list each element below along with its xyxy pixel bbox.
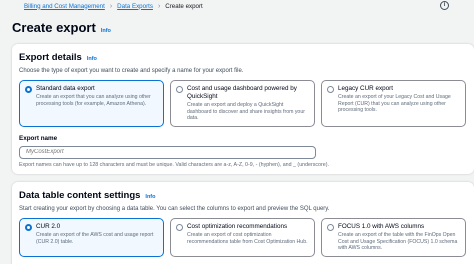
data-table-title: Data table content settings [19, 190, 141, 201]
radio-unselected-icon[interactable] [176, 85, 183, 93]
export-type-tiles: Standard data export Create an export th… [19, 80, 467, 127]
tile-description: Create an export that you can analyze us… [36, 94, 151, 107]
data-table-tiles: CUR 2.0 Create an export of the AWS cost… [19, 218, 467, 257]
radio-unselected-icon[interactable] [176, 223, 183, 231]
tile-label: Standard data export [36, 85, 95, 92]
export-type-legacy-cur-tile[interactable]: Legacy CUR export Create an export of yo… [321, 80, 466, 127]
chevron-right-icon: › [157, 2, 161, 10]
export-name-label: Export name [19, 134, 58, 142]
breadcrumb-data-exports-link[interactable]: Data Exports [117, 3, 153, 10]
tile-label: FOCUS 1.0 with AWS columns [338, 223, 425, 230]
data-table-description: Start creating your export by choosing a… [19, 206, 330, 212]
data-table-focus-tile[interactable]: FOCUS 1.0 with AWS columns Create an exp… [321, 218, 466, 257]
radio-unselected-icon[interactable] [327, 223, 334, 231]
tile-label: Legacy CUR export [338, 85, 393, 92]
chevron-right-icon: › [109, 2, 113, 10]
tile-label: CUR 2.0 [36, 223, 61, 230]
data-table-container: Data table content settings Info Start c… [12, 182, 474, 264]
data-table-cur2-tile[interactable]: CUR 2.0 Create an export of the AWS cost… [19, 218, 164, 257]
export-details-description: Choose the type of export you want to cr… [19, 68, 244, 74]
tile-label: Cost and usage dashboard powered by Quic… [187, 85, 297, 100]
page-title: Create export [12, 20, 96, 35]
export-type-standard-tile[interactable]: Standard data export Create an export th… [19, 80, 164, 127]
tile-description: Create an export of your Legacy Cost and… [338, 94, 451, 114]
tile-description: Create an export of the table with the F… [338, 232, 458, 252]
export-details-title: Export details [19, 52, 82, 63]
export-name-constraint: Export names can have up to 128 characte… [19, 161, 329, 168]
data-table-cost-optimization-tile[interactable]: Cost optimization recommendations Create… [170, 218, 315, 257]
export-details-header: Export details Info [19, 52, 467, 63]
export-type-dashboard-tile[interactable]: Cost and usage dashboard powered by Quic… [170, 80, 315, 127]
tile-description: Create an export and deploy a QuickSight… [187, 102, 305, 122]
data-table-info-link[interactable]: Info [145, 194, 155, 200]
export-details-container: Export details Info Choose the type of e… [12, 44, 474, 174]
info-icon[interactable]: i [440, 1, 449, 10]
page-header: Create export Info [12, 20, 111, 35]
breadcrumb-current: Create export [165, 2, 203, 10]
radio-selected-icon[interactable] [25, 223, 32, 231]
data-table-header: Data table content settings Info [19, 190, 467, 201]
breadcrumb-billing-link[interactable]: Billing and Cost Management [24, 3, 105, 10]
radio-unselected-icon[interactable] [327, 85, 334, 93]
radio-selected-icon[interactable] [25, 85, 32, 93]
export-name-input[interactable] [19, 145, 316, 159]
export-details-info-link[interactable]: Info [87, 56, 97, 62]
breadcrumb: Billing and Cost Management › Data Expor… [0, 0, 474, 12]
tile-description: Create an export of the AWS cost and usa… [36, 232, 154, 245]
tile-description: Create an export of cost optimization re… [187, 232, 308, 245]
tile-label: Cost optimization recommendations [187, 223, 288, 230]
page-info-link[interactable]: Info [101, 28, 111, 34]
